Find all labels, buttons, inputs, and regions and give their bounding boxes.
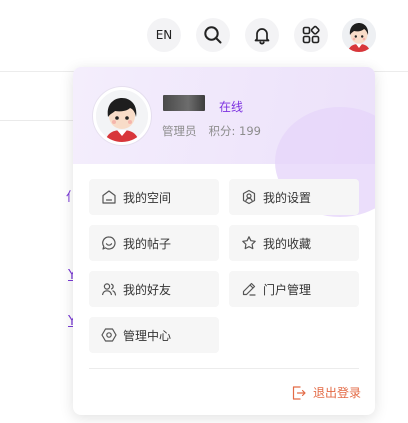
home-icon (101, 189, 117, 205)
menu-item-label: 我的空间 (123, 190, 172, 205)
user-role: 管理员 (162, 124, 197, 138)
menu-item-label: 管理中心 (123, 328, 172, 343)
search-button[interactable] (196, 18, 230, 52)
menu-item-label: 门户管理 (263, 282, 312, 297)
online-status: 在线 (219, 100, 244, 114)
username-redacted (163, 95, 205, 111)
search-icon (203, 25, 223, 45)
friends-icon (101, 281, 117, 297)
hexagon-settings-icon (101, 327, 117, 343)
menu-item-my-posts[interactable]: 我的帖子 (89, 225, 219, 261)
bell-icon (252, 25, 272, 45)
language-label: EN (155, 28, 173, 42)
user-avatar-button[interactable] (342, 18, 376, 52)
background-divider (0, 120, 74, 121)
menu-item-label: 我的设置 (263, 190, 312, 205)
logout-icon (291, 385, 307, 401)
notifications-button[interactable] (245, 18, 279, 52)
menu-item-portal-management[interactable]: 门户管理 (229, 271, 359, 307)
logout-label: 退出登录 (313, 386, 362, 400)
chat-icon (101, 235, 117, 251)
avatar-image (342, 18, 376, 52)
user-meta: 管理员 积分: 199 (162, 123, 261, 139)
apps-grid-icon (301, 25, 321, 45)
menu-item-label: 我的收藏 (263, 236, 312, 251)
menu-item-my-friends[interactable]: 我的好友 (89, 271, 219, 307)
avatar-image (96, 90, 148, 142)
menu-item-label: 我的帖子 (123, 236, 172, 251)
logout-button[interactable]: 退出登录 (291, 384, 361, 401)
edit-icon (241, 281, 257, 297)
menu-divider (89, 368, 359, 369)
menu-item-my-space[interactable]: 我的空间 (89, 179, 219, 215)
star-icon (241, 235, 257, 251)
menu-item-admin-center[interactable]: 管理中心 (89, 317, 219, 353)
user-card-header: 在线 管理员 积分: 199 (73, 67, 375, 217)
menu-item-my-favorites[interactable]: 我的收藏 (229, 225, 359, 261)
menu-item-label: 我的好友 (123, 282, 172, 297)
apps-button[interactable] (294, 18, 328, 52)
profile-avatar[interactable] (93, 87, 151, 145)
user-dropdown-panel: 在线 管理员积分: 199 我的空间 我的设置 我的帖子 我的收藏 我的好友 (73, 67, 375, 415)
top-bar: EN (0, 0, 408, 72)
user-settings-icon (241, 189, 257, 205)
language-switch-button[interactable]: EN (147, 18, 181, 52)
menu-item-my-settings[interactable]: 我的设置 (229, 179, 359, 215)
user-points: 积分: 199 (208, 124, 261, 138)
